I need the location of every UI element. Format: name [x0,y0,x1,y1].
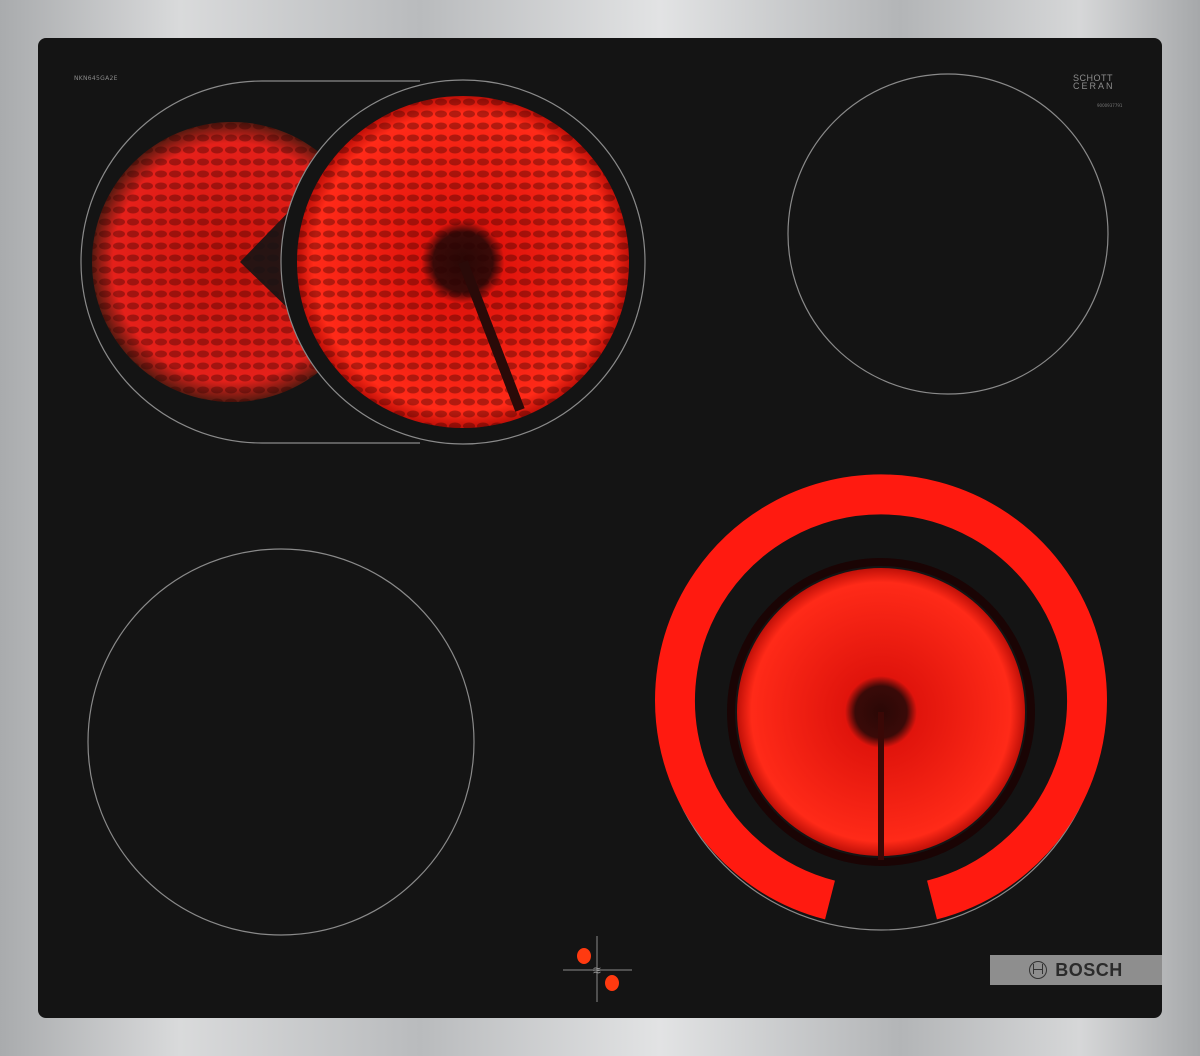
svg-text:≋: ≋ [592,964,601,977]
indicator-light-1 [577,948,591,964]
indicator-light-2 [605,975,619,991]
schott-ceran-logo: SCHOTT CERAN [1073,74,1115,91]
bosch-logo-icon [1029,961,1048,979]
cooktop-glass: ≋ [38,38,1162,1018]
logo-line-2: CERAN [1073,81,1115,91]
brand-badge: BOSCH [990,955,1162,985]
brand-name: BOSCH [1055,959,1123,980]
model-number: NKN645GA2E [74,75,118,82]
serial-number: 9000937791 [1097,103,1123,108]
